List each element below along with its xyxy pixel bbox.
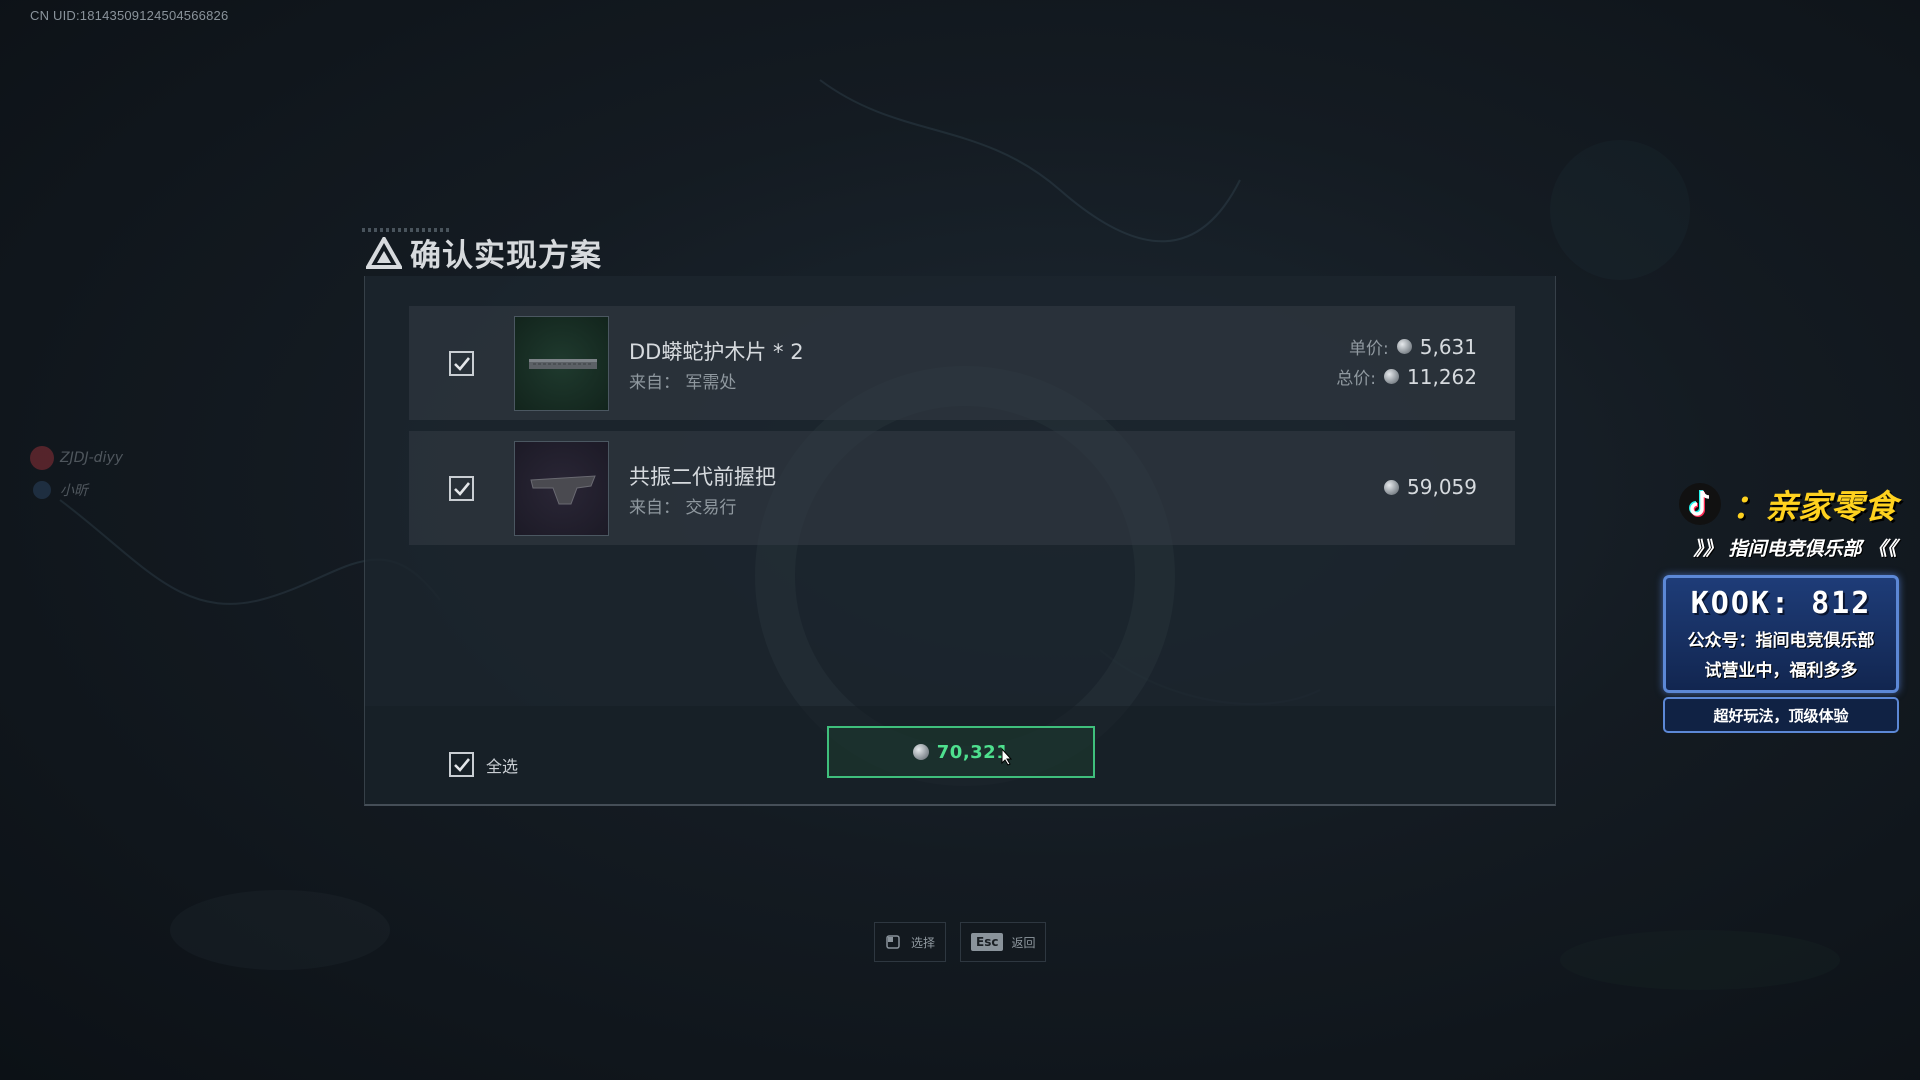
teammate-entry: ZJDJ-diyy bbox=[30, 442, 123, 474]
item-source: 来自： 军需处 bbox=[629, 373, 737, 393]
overlay-kook-box: KOOK: 812 公众号：指间电竞俱乐部 试营业中，福利多多 bbox=[1663, 575, 1899, 693]
checkmark-icon bbox=[453, 481, 470, 496]
hint-back[interactable]: Esc 返回 bbox=[960, 922, 1047, 962]
esc-key: Esc bbox=[971, 933, 1004, 951]
unit-price: 单价: 5,631 bbox=[1349, 334, 1477, 360]
total-cost: 70,321 bbox=[936, 741, 1010, 763]
hint-select[interactable]: 选择 bbox=[874, 922, 947, 962]
unit-price-label: 单价: bbox=[1349, 339, 1389, 359]
total-price: 总价: 11,262 bbox=[1336, 364, 1477, 390]
hint-back-label: 返回 bbox=[1011, 935, 1036, 950]
select-all-label: 全选 bbox=[486, 756, 519, 776]
overlay-footer: 超好玩法，顶级体验 bbox=[1663, 697, 1899, 733]
tiktok-icon bbox=[1679, 483, 1721, 525]
item-checkbox[interactable] bbox=[449, 351, 474, 376]
list-item[interactable]: DD蟒蛇护木片 * 2 来自： 军需处 单价: 5,631 总价: 11,262 bbox=[409, 306, 1515, 420]
item-name: DD蟒蛇护木片 * 2 bbox=[629, 340, 804, 364]
overlay-brand: ：亲家零食 bbox=[1732, 487, 1897, 526]
select-all-checkbox[interactable] bbox=[449, 752, 474, 777]
foregrip-icon bbox=[530, 475, 596, 505]
overlay-brand-row: ：亲家零食 bbox=[1660, 478, 1920, 530]
list-item[interactable]: 共振二代前握把 来自： 交易行 59,059 bbox=[409, 431, 1515, 545]
item-name: 共振二代前握把 bbox=[629, 465, 776, 489]
dialog-header: 确认实现方案 bbox=[366, 230, 602, 275]
coin-icon bbox=[1384, 369, 1400, 384]
coin-icon bbox=[1384, 479, 1400, 495]
overlay-subtitle: 》》 指间电竞俱乐部 《《 bbox=[1693, 538, 1897, 560]
team-list: ZJDJ-diyy 小昕 bbox=[30, 442, 123, 506]
mouse-cursor-icon bbox=[1001, 748, 1013, 766]
overlay-line-1: 公众号：指间电竞俱乐部 bbox=[1687, 631, 1875, 651]
item-thumbnail bbox=[514, 441, 609, 536]
dialog-title: 确认实现方案 bbox=[410, 238, 602, 274]
checkmark-icon bbox=[453, 356, 470, 371]
confirm-plan-dialog: DD蟒蛇护木片 * 2 来自： 军需处 单价: 5,631 总价: 11,262… bbox=[364, 276, 1556, 806]
checkmark-icon bbox=[453, 757, 470, 772]
item-price: 59,059 bbox=[1384, 475, 1477, 499]
unit-price-value: 5,631 bbox=[1419, 334, 1477, 359]
avatar bbox=[30, 446, 54, 470]
item-price-value: 59,059 bbox=[1407, 475, 1477, 499]
warning-triangle-icon bbox=[366, 236, 402, 269]
teammate-name: ZJDJ-diyy bbox=[60, 450, 124, 466]
overlay-line-2: 试营业中，福利多多 bbox=[1704, 661, 1858, 681]
avatar bbox=[33, 481, 51, 499]
coin-icon bbox=[912, 744, 929, 760]
coin-icon bbox=[1396, 339, 1412, 354]
total-price-label: 总价: bbox=[1336, 369, 1377, 389]
total-price-value: 11,262 bbox=[1407, 364, 1477, 389]
control-hints: 选择 Esc 返回 bbox=[874, 922, 1060, 962]
item-checkbox[interactable] bbox=[449, 476, 474, 501]
confirm-purchase-button[interactable]: 70,321 bbox=[827, 726, 1095, 778]
mouse-icon bbox=[886, 935, 900, 949]
hint-select-label: 选择 bbox=[911, 935, 936, 950]
kook-id: KOOK: 812 bbox=[1690, 586, 1872, 621]
handguard-icon bbox=[529, 359, 597, 369]
stream-overlay: ：亲家零食 》》 指间电竞俱乐部 《《 KOOK: 812 公众号：指间电竞俱乐… bbox=[1660, 478, 1920, 733]
teammate-entry: 小昕 bbox=[30, 474, 123, 506]
item-thumbnail bbox=[514, 316, 609, 411]
select-all-toggle[interactable]: 全选 bbox=[449, 752, 518, 777]
item-source: 来自： 交易行 bbox=[629, 498, 737, 518]
teammate-name: 小昕 bbox=[60, 483, 88, 499]
player-uid: CN UID:18143509124504566826 bbox=[30, 8, 229, 23]
